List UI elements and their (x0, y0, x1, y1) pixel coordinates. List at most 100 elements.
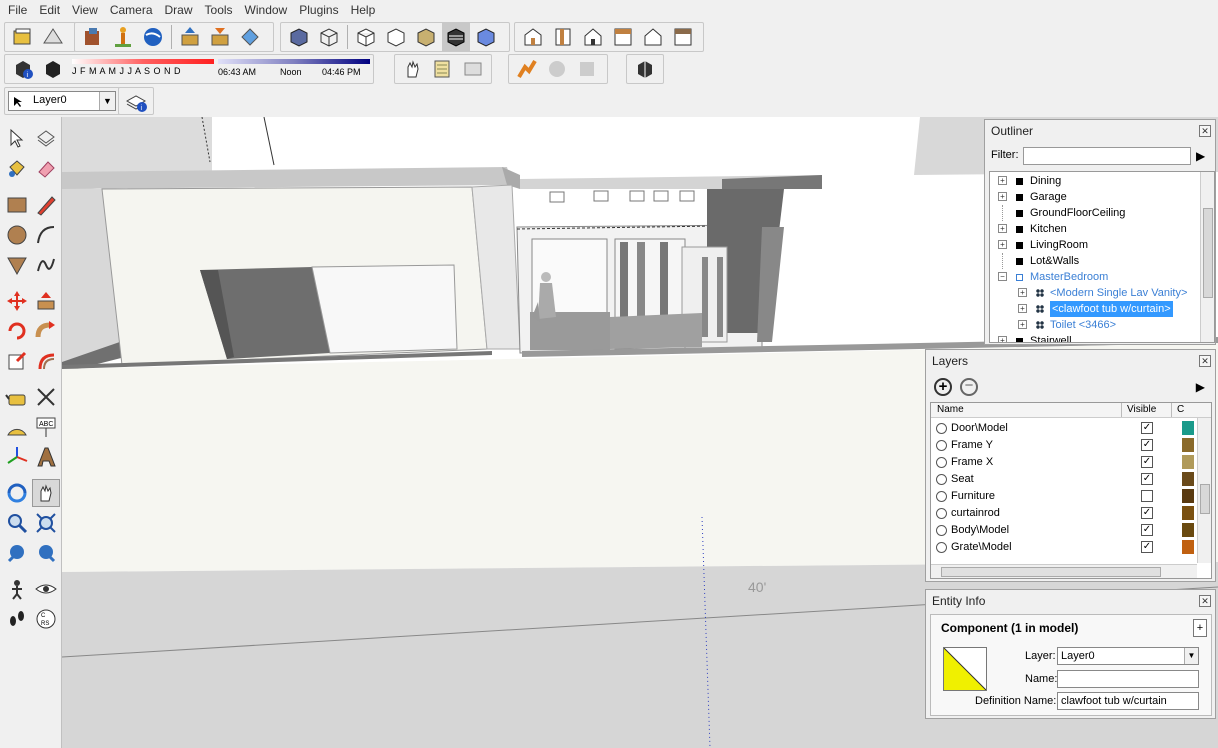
layer-row[interactable]: Seat ✓ (931, 471, 1197, 488)
outliner-item[interactable]: GroundFloorCeiling (990, 205, 1200, 221)
polygon-icon[interactable] (3, 251, 31, 279)
collapse-icon[interactable]: − (998, 272, 1007, 281)
chevron-down-icon[interactable]: ▼ (99, 92, 115, 110)
col-color[interactable]: C (1177, 404, 1184, 415)
freehand-icon[interactable] (32, 251, 60, 279)
wireframe-style-icon[interactable] (315, 23, 343, 51)
offset-icon[interactable] (32, 347, 60, 375)
outliner-item[interactable]: − MasterBedroom (990, 269, 1200, 285)
menu-view[interactable]: View (66, 0, 104, 20)
col-visible[interactable]: Visible (1127, 404, 1156, 415)
layer-color-swatch[interactable] (1182, 523, 1194, 537)
menu-draw[interactable]: Draw (159, 0, 199, 20)
expand-icon[interactable]: + (998, 176, 1007, 185)
outliner-scrollbar[interactable] (1200, 172, 1214, 342)
iso-view-icon[interactable] (519, 23, 547, 51)
sandbox-contours-icon[interactable] (429, 55, 457, 83)
move-icon[interactable] (3, 287, 31, 315)
active-layer-radio[interactable] (936, 525, 947, 536)
scale-icon[interactable] (3, 347, 31, 375)
outliner-item[interactable]: + Stairwell (990, 333, 1200, 342)
monochrome-style-icon[interactable] (442, 23, 470, 51)
delete-layer-icon[interactable]: − (960, 378, 978, 396)
menu-plugins[interactable]: Plugins (293, 0, 344, 20)
entity-name-field[interactable] (1057, 670, 1199, 688)
walk-person-icon[interactable] (109, 23, 137, 51)
outliner-tree[interactable]: + Dining + Garage GroundFloorCeiling + Kitchen… (989, 171, 1215, 343)
outliner-item[interactable]: + <Modern Single Lav Vanity> (990, 285, 1200, 301)
upload-icon[interactable] (236, 23, 264, 51)
layer-color-swatch[interactable] (1182, 472, 1194, 486)
display-shadows-icon[interactable] (39, 55, 67, 83)
col-name[interactable]: Name (937, 404, 964, 415)
expand-icon[interactable]: + (998, 192, 1007, 201)
expand-icon[interactable]: + (1018, 320, 1027, 329)
active-layer-radio[interactable] (936, 542, 947, 553)
active-layer-radio[interactable] (936, 440, 947, 451)
tape-measure-icon[interactable] (3, 383, 31, 411)
component-attributes-icon[interactable] (573, 55, 601, 83)
time-slider[interactable]: 06:43 AM Noon 04:46 PM (218, 55, 370, 83)
month-slider[interactable]: J F M A M J J A S O N D (72, 55, 214, 83)
layers-v-scrollbar[interactable] (1197, 418, 1211, 563)
layer-color-swatch[interactable] (1182, 506, 1194, 520)
close-icon[interactable]: ✕ (1199, 125, 1211, 137)
layer-row[interactable]: Grate\Model ✓ (931, 539, 1197, 556)
visible-checkbox[interactable]: ✓ (1141, 524, 1153, 536)
entity-layer-select[interactable]: Layer0 ▼ (1057, 647, 1199, 665)
expand-icon[interactable]: + (998, 240, 1007, 249)
outliner-item[interactable]: Lot&Walls (990, 253, 1200, 269)
component-options-icon[interactable] (543, 55, 571, 83)
position-camera-icon[interactable] (3, 575, 31, 603)
outliner-item[interactable]: + Dining (990, 173, 1200, 189)
dimension-icon[interactable] (32, 383, 60, 411)
zoom-icon[interactable] (3, 509, 31, 537)
visible-checkbox[interactable]: ✓ (1141, 473, 1153, 485)
shaded-style-icon[interactable] (382, 23, 410, 51)
menu-file[interactable]: File (2, 0, 33, 20)
xray-style-icon[interactable] (285, 23, 313, 51)
rectangle-icon[interactable] (3, 191, 31, 219)
previous-view-icon[interactable] (32, 539, 60, 567)
axes-icon[interactable] (3, 443, 31, 471)
component-details-icon[interactable]: + (1193, 619, 1207, 637)
expand-icon[interactable]: + (1018, 288, 1027, 297)
outliner-item[interactable]: + LivingRoom (990, 237, 1200, 253)
shaded-textures-style-icon[interactable] (412, 23, 440, 51)
layer-color-swatch[interactable] (1182, 438, 1194, 452)
layer-color-swatch[interactable] (1182, 489, 1194, 503)
active-layer-radio[interactable] (936, 423, 947, 434)
active-layer-radio[interactable] (936, 474, 947, 485)
expand-icon[interactable]: + (1018, 304, 1027, 313)
back-view-icon[interactable] (639, 23, 667, 51)
layer-row[interactable]: Body\Model ✓ (931, 522, 1197, 539)
front-view-icon[interactable] (579, 23, 607, 51)
outliner-item[interactable]: + Garage (990, 189, 1200, 205)
active-layer-radio[interactable] (936, 508, 947, 519)
layer-row[interactable]: Furniture (931, 488, 1197, 505)
make-component-icon[interactable] (32, 125, 60, 153)
pan-hand-icon[interactable] (32, 479, 60, 507)
filter-input[interactable] (1023, 147, 1191, 165)
layer-color-swatch[interactable] (1182, 455, 1194, 469)
import-icon[interactable] (176, 23, 204, 51)
layers-h-scrollbar[interactable] (931, 564, 1197, 578)
layer-color-swatch[interactable] (1182, 421, 1194, 435)
orbit-icon[interactable] (3, 479, 31, 507)
sandbox-scratch-icon[interactable] (459, 55, 487, 83)
add-layer-icon[interactable]: + (934, 378, 952, 396)
outliner-details-icon[interactable]: ▶ (1196, 149, 1205, 163)
push-pull-icon[interactable] (32, 287, 60, 315)
right-view-icon[interactable] (609, 23, 637, 51)
close-icon[interactable]: ✕ (1199, 355, 1211, 367)
left-view-icon[interactable] (669, 23, 697, 51)
close-icon[interactable]: ✕ (1199, 595, 1211, 607)
layer-manager-icon[interactable]: i (123, 87, 149, 115)
google-earth-icon[interactable] (139, 23, 167, 51)
layer-color-swatch[interactable] (1182, 540, 1194, 554)
shadow-settings-icon[interactable]: i (9, 55, 37, 83)
visible-checkbox[interactable] (1141, 490, 1153, 502)
active-layer-radio[interactable] (936, 491, 947, 502)
layer-row[interactable]: curtainrod ✓ (931, 505, 1197, 522)
text-tool-icon[interactable]: ABC (32, 413, 60, 441)
